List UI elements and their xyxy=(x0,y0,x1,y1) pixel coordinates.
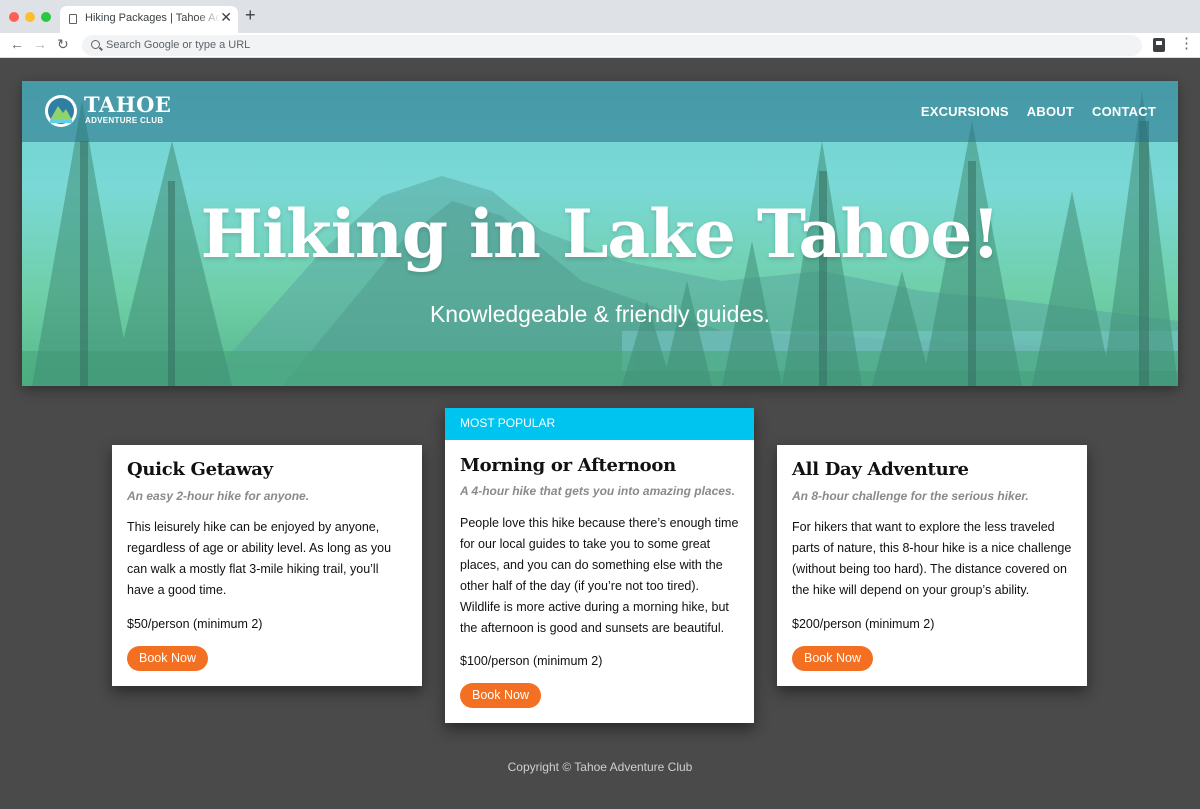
package-tagline: An 8-hour challenge for the serious hike… xyxy=(792,489,1029,503)
hero-banner: TAHOE ADVENTURE CLUB EXCURSIONS ABOUT CO… xyxy=(22,81,1178,386)
extension-icon[interactable] xyxy=(1153,38,1165,52)
package-title: Quick Getaway xyxy=(127,459,273,480)
package-tagline: A 4-hour hike that gets you into amazing… xyxy=(460,484,735,498)
package-tagline: An easy 2-hour hike for anyone. xyxy=(127,489,310,503)
package-card-all-day: All Day Adventure An 8-hour challenge fo… xyxy=(777,445,1087,686)
most-popular-badge: MOST POPULAR xyxy=(445,408,754,440)
package-price: $50/person (minimum 2) xyxy=(127,617,263,631)
new-tab-icon[interactable]: + xyxy=(245,6,256,24)
address-bar[interactable]: Search Google or type a URL xyxy=(82,35,1142,56)
close-window-button[interactable] xyxy=(9,12,19,22)
nav-link-contact[interactable]: CONTACT xyxy=(1092,104,1156,119)
book-now-button[interactable]: Book Now xyxy=(792,646,873,671)
tab-title: Hiking Packages | Tahoe Adventure Club xyxy=(85,12,221,24)
forward-arrow-icon[interactable]: → xyxy=(33,37,47,51)
hero-title: Hiking in Lake Tahoe! xyxy=(200,195,1001,273)
package-description: For hikers that want to explore the less… xyxy=(792,520,1072,597)
package-description: People love this hike because there’s en… xyxy=(460,516,739,635)
package-card-quick-getaway: Quick Getaway An easy 2-hour hike for an… xyxy=(112,445,422,686)
package-title: Morning or Afternoon xyxy=(460,455,676,476)
logo-mountain-icon[interactable] xyxy=(45,95,77,127)
package-title: All Day Adventure xyxy=(792,459,969,480)
close-tab-icon[interactable]: ✕ xyxy=(220,10,232,24)
browser-toolbar: ← → ↻ Search Google or type a URL xyxy=(0,33,1200,58)
hero-subtitle: Knowledgeable & friendly guides. xyxy=(429,301,771,327)
package-price: $100/person (minimum 2) xyxy=(460,654,603,668)
browser-tab-bar: Hiking Packages | Tahoe Adventure Club ✕… xyxy=(0,0,1200,33)
minimize-window-button[interactable] xyxy=(25,12,35,22)
footer-copyright: Copyright © Tahoe Adventure Club xyxy=(507,760,693,774)
back-arrow-icon[interactable]: ← xyxy=(10,37,24,51)
main-nav: EXCURSIONS ABOUT CONTACT xyxy=(921,104,1156,119)
search-icon xyxy=(91,40,100,49)
logo-subtitle: ADVENTURE CLUB xyxy=(85,116,164,125)
browser-menu-icon[interactable]: ⋮ xyxy=(1179,36,1194,51)
package-description: This leisurely hike can be enjoyed by an… xyxy=(127,520,392,597)
package-card-morning-afternoon: MOST POPULAR Morning or Afternoon A 4-ho… xyxy=(445,408,754,723)
logo-name[interactable]: TAHOE xyxy=(84,94,171,115)
package-price: $200/person (minimum 2) xyxy=(792,617,935,631)
address-bar-placeholder: Search Google or type a URL xyxy=(106,39,251,51)
document-icon xyxy=(69,14,77,24)
page-content: TAHOE ADVENTURE CLUB EXCURSIONS ABOUT CO… xyxy=(0,59,1200,809)
site-header: TAHOE ADVENTURE CLUB EXCURSIONS ABOUT CO… xyxy=(22,81,1178,142)
reload-icon[interactable]: ↻ xyxy=(57,37,69,51)
nav-link-about[interactable]: ABOUT xyxy=(1027,104,1074,119)
book-now-button[interactable]: Book Now xyxy=(127,646,208,671)
nav-link-excursions[interactable]: EXCURSIONS xyxy=(921,104,1009,119)
browser-tab[interactable]: Hiking Packages | Tahoe Adventure Club ✕ xyxy=(60,6,238,33)
book-now-button[interactable]: Book Now xyxy=(460,683,541,708)
maximize-window-button[interactable] xyxy=(41,12,51,22)
